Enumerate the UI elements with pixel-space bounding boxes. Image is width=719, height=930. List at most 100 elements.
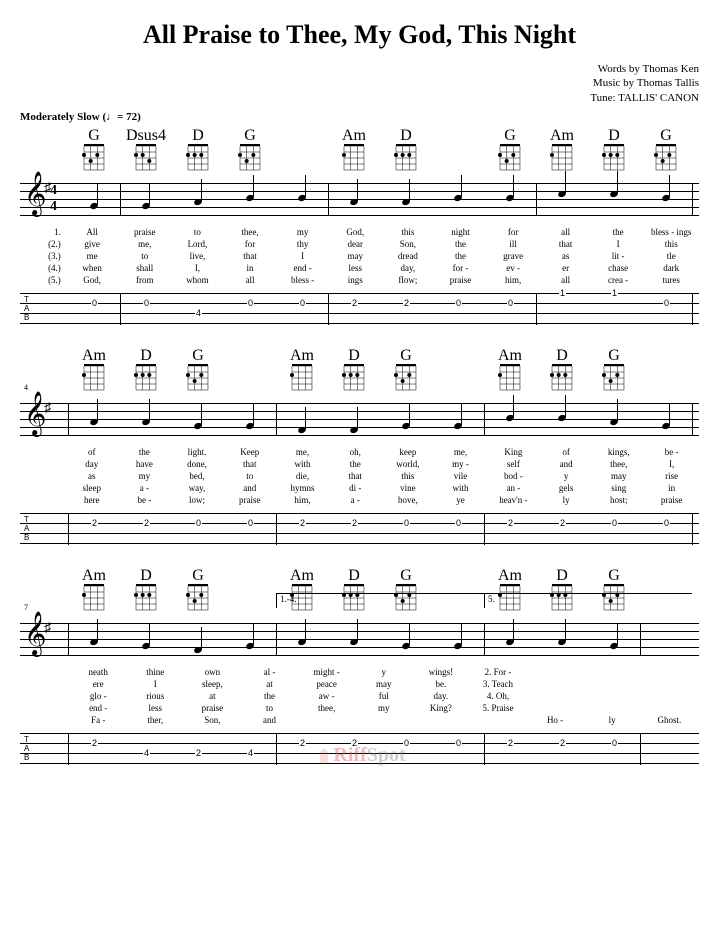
lyric-syllable: crea - — [593, 275, 644, 285]
chord-diagram-icon — [82, 141, 106, 171]
lyric-syllable: bless - ings — [645, 227, 697, 237]
lyric-syllable — [470, 715, 525, 725]
lyric-syllable: I — [128, 679, 183, 689]
lyric-syllable: at — [185, 691, 240, 701]
note-stem — [513, 395, 514, 417]
lyric-syllable: end - — [71, 703, 126, 713]
lyric-syllable: Son, — [185, 715, 240, 725]
key-signature: ♯ — [44, 401, 51, 417]
lyric-syllable — [528, 679, 583, 689]
lyric-syllable — [585, 691, 640, 701]
barline — [328, 183, 329, 215]
lyric-syllable: thee, — [299, 703, 354, 713]
lyric-syllable: this — [645, 239, 697, 249]
lyric-syllable: as — [540, 251, 590, 261]
chord-label: Am — [68, 567, 120, 579]
verse-number — [22, 679, 69, 689]
lyric-syllable: all — [225, 275, 275, 285]
lyric-syllable: of — [541, 447, 591, 457]
note-stem — [357, 179, 358, 201]
chord-diagram-icon — [186, 581, 210, 611]
lyric-syllable: with — [435, 483, 486, 493]
note-stem — [97, 399, 98, 421]
lyric-syllable: Ghost. — [642, 715, 697, 725]
lyric-syllable: God, — [67, 275, 118, 285]
lyric-syllable: King — [488, 447, 539, 457]
lyric-syllable: I — [277, 251, 328, 261]
lyric-syllable: al - — [242, 667, 297, 677]
chord-Am: Am — [276, 347, 328, 391]
lyric-syllable: to — [172, 227, 223, 237]
note-stem — [617, 171, 618, 193]
lyric-syllable: ev - — [488, 263, 539, 273]
verse-number — [22, 495, 64, 505]
chord-diagram-icon — [238, 141, 262, 171]
note-stem — [305, 407, 306, 429]
barline — [536, 183, 537, 215]
chord-empty — [224, 567, 276, 611]
lyric-syllable: in — [225, 263, 275, 273]
chord-D: D — [536, 347, 588, 391]
tab-fret-number: 0 — [403, 519, 410, 528]
lyric-syllable: this — [382, 471, 433, 481]
lyric-syllable: may — [356, 679, 411, 689]
lyric-syllable: that — [540, 239, 590, 249]
lyric-syllable: sing — [593, 483, 644, 493]
barline — [640, 623, 641, 655]
lyric-syllable: 5. Praise — [470, 703, 525, 713]
watermark-brand2: Spot — [367, 744, 406, 766]
chord-empty — [276, 127, 328, 171]
lyric-syllable: be. — [413, 679, 468, 689]
lyric-syllable: a - — [119, 483, 170, 493]
barline — [120, 183, 121, 215]
lyric-syllable: vine — [382, 483, 433, 493]
lyric-syllable: ther, — [128, 715, 183, 725]
note-stem — [565, 395, 566, 417]
barline — [484, 403, 485, 435]
tab-clef-icon: TAB — [24, 515, 29, 542]
note-stem — [461, 403, 462, 425]
lyric-syllable: praise — [435, 275, 486, 285]
lyric-syllable: rise — [646, 471, 697, 481]
lyric-syllable: lit - — [593, 251, 644, 261]
tab-fret-number: 0 — [663, 299, 670, 308]
tab-clef-icon: TAB — [24, 295, 29, 322]
lyrics-block: neaththineownal -might -ywings!2. For -e… — [20, 665, 699, 727]
lyric-syllable: live, — [172, 251, 223, 261]
tab-fret-number: 0 — [663, 519, 670, 528]
note-stem — [617, 623, 618, 645]
verse-number — [22, 483, 64, 493]
tab-fret-number: 0 — [195, 519, 202, 528]
note-stem — [253, 175, 254, 197]
chord-diagram-icon — [394, 141, 418, 171]
chord-label: Am — [536, 127, 588, 139]
chord-D: D — [120, 347, 172, 391]
tab-fret-number: 1 — [559, 289, 566, 298]
verse-number: (5.) — [22, 275, 65, 285]
lyric-syllable: that — [330, 471, 380, 481]
lyric-syllable: of — [66, 447, 117, 457]
chord-label: G — [380, 567, 432, 579]
lyric-syllable: glo - — [71, 691, 126, 701]
note-stem — [409, 179, 410, 201]
system-1: GDsus4DGAmDGAmDG𝄞♯441.Allpraisetothee,my… — [20, 127, 699, 327]
tab-fret-number: 0 — [143, 299, 150, 308]
chord-label: Am — [276, 347, 328, 359]
lyric-syllable: at — [242, 679, 297, 689]
tab-clef-icon: TAB — [24, 735, 29, 762]
chord-G: G — [380, 347, 432, 391]
chord-label: Dsus4 — [120, 127, 172, 139]
lyric-syllable: be - — [119, 495, 170, 505]
chord-Am: Am — [484, 347, 536, 391]
lyric-syllable: the — [435, 239, 486, 249]
barline — [120, 293, 121, 325]
staff: 𝄞♯4 — [20, 393, 699, 443]
note-stem — [253, 623, 254, 645]
lyric-syllable: Lord, — [172, 239, 223, 249]
lyric-syllable: may — [330, 251, 381, 261]
lyric-syllable: give — [67, 239, 118, 249]
chord-empty — [432, 127, 484, 171]
lyric-syllable: er — [540, 263, 590, 273]
chord-G: G — [640, 127, 692, 171]
system-3: AmDGAmDGAmDG𝄞♯71.-4.5.neaththineownal -m… — [20, 567, 699, 767]
